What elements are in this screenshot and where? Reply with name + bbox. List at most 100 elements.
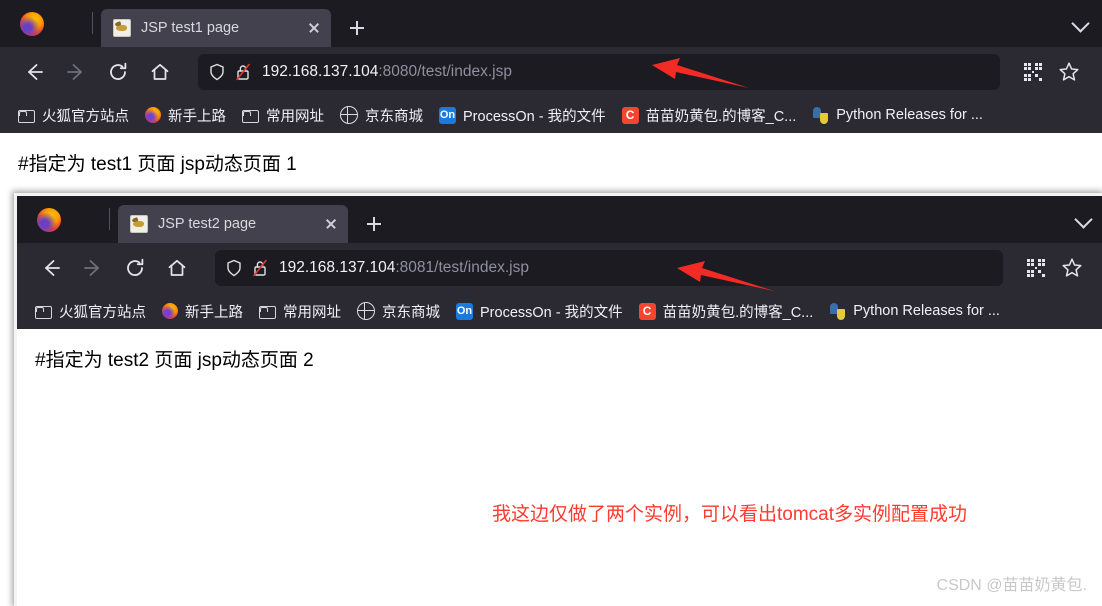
csdn-watermark: CSDN @苗苗奶黄包. [936, 577, 1087, 594]
tab-title-2: JSP test2 page [158, 216, 257, 232]
tab-strip-2: JSP test2 page [17, 196, 1102, 243]
home-icon[interactable] [142, 54, 178, 90]
csdn-icon: C [638, 302, 656, 320]
nav-toolbar-1: 192.168.137.104:8080/test/index.jsp [0, 47, 1102, 97]
bookmark-label: 新手上路 [185, 304, 243, 321]
folder-icon [242, 110, 259, 123]
bookmark-label: 苗苗奶黄包.的博客_C... [662, 304, 814, 321]
bookmark-label: 常用网址 [266, 108, 324, 125]
plus-icon[interactable] [358, 208, 390, 240]
bookmark-changyong[interactable]: 常用网址 [251, 298, 349, 325]
url-bar-2[interactable]: 192.168.137.104:8081/test/index.jsp [215, 250, 1003, 286]
bookmark-python-releases[interactable]: Python Releases for ... [821, 300, 1008, 323]
chevron-down-icon[interactable] [1063, 205, 1102, 233]
bookmark-jingdong[interactable]: 京东商城 [349, 298, 448, 325]
shield-icon[interactable] [225, 259, 243, 277]
folder-icon [35, 306, 52, 319]
bookmark-xinshou[interactable]: 新手上路 [137, 102, 234, 129]
firefox-icon [145, 107, 161, 123]
url-bar-1[interactable]: 192.168.137.104:8080/test/index.jsp [198, 54, 1000, 90]
firefox-icon [162, 303, 178, 319]
close-icon[interactable] [318, 211, 344, 237]
url-path-2: :8081/test/index.jsp [395, 259, 529, 276]
back-arrow-icon[interactable] [33, 250, 69, 286]
forward-arrow-icon[interactable] [58, 54, 94, 90]
tab-jsp-test2[interactable]: JSP test2 page [118, 205, 348, 243]
bookmark-label: 京东商城 [365, 108, 423, 125]
python-icon [829, 302, 846, 320]
bookmark-jingdong[interactable]: 京东商城 [332, 102, 431, 129]
bookmark-csdn-blog[interactable]: C 苗苗奶黄包.的博客_C... [614, 102, 805, 129]
firefox-logo-icon [20, 12, 44, 36]
page-text-1: #指定为 test1 页面 jsp动态页面 1 [18, 154, 297, 175]
toolbar-actions-2 [1017, 251, 1089, 285]
tab-divider-2 [109, 208, 110, 230]
broken-lock-icon[interactable] [234, 63, 252, 81]
window-controls-spacer-1 [0, 0, 20, 47]
chevron-down-icon[interactable] [1060, 9, 1102, 37]
star-icon[interactable] [1052, 55, 1086, 89]
url-text-1: 192.168.137.104:8080/test/index.jsp [262, 63, 512, 81]
bookmark-processon[interactable]: On ProcessOn - 我的文件 [431, 102, 614, 129]
processon-icon: On [456, 302, 473, 320]
star-icon[interactable] [1055, 251, 1089, 285]
tomcat-cat-icon [113, 19, 131, 37]
red-annotation-note: 我这边仅做了两个实例，可以看出tomcat多实例配置成功 [492, 504, 968, 525]
tab-jsp-test1[interactable]: JSP test1 page [101, 9, 331, 47]
shield-icon[interactable] [208, 63, 226, 81]
back-arrow-icon[interactable] [16, 54, 52, 90]
page-text-2: #指定为 test2 页面 jsp动态页面 2 [35, 350, 314, 371]
bookmark-label: 新手上路 [168, 108, 226, 125]
toolbar-actions-1 [1014, 55, 1086, 89]
url-host-1: 192.168.137.104 [262, 63, 379, 80]
qr-code-icon[interactable] [1016, 55, 1050, 89]
bookmark-python-releases[interactable]: Python Releases for ... [804, 104, 991, 127]
bookmark-xinshou[interactable]: 新手上路 [154, 298, 251, 325]
tomcat-cat-icon [130, 215, 148, 233]
bookmark-label: 京东商城 [382, 304, 440, 321]
bookmark-label: 苗苗奶黄包.的博客_C... [645, 108, 797, 125]
plus-icon[interactable] [341, 12, 373, 44]
urlbar-spacer-2 [529, 250, 993, 286]
tab-divider-1 [92, 12, 93, 34]
home-icon[interactable] [159, 250, 195, 286]
bookmarks-bar-1: 火狐官方站点 新手上路 常用网址 京东商城 On ProcessOn - 我的文… [0, 97, 1102, 133]
bookmark-label: Python Releases for ... [836, 107, 983, 123]
firefox-logo-icon [37, 208, 61, 232]
globe-icon [357, 302, 375, 320]
reload-icon[interactable] [117, 250, 153, 286]
browser-window-2: JSP test2 page 192.168.137.104:8081/test… [14, 193, 1102, 606]
bookmark-csdn-blog[interactable]: C 苗苗奶黄包.的博客_C... [631, 298, 822, 325]
tab-title-1: JSP test1 page [141, 20, 240, 36]
urlbar-spacer-1 [512, 54, 990, 90]
bookmark-label: Python Releases for ... [853, 303, 1000, 319]
url-text-2: 192.168.137.104:8081/test/index.jsp [279, 259, 529, 277]
url-path-1: :8080/test/index.jsp [378, 63, 512, 80]
nav-toolbar-2: 192.168.137.104:8081/test/index.jsp [17, 243, 1102, 293]
tab-strip-1: JSP test1 page [0, 0, 1102, 47]
bookmark-label: 火狐官方站点 [59, 304, 146, 321]
close-icon[interactable] [301, 15, 327, 41]
bookmark-processon[interactable]: On ProcessOn - 我的文件 [448, 298, 631, 325]
csdn-icon: C [621, 106, 639, 124]
url-host-2: 192.168.137.104 [279, 259, 396, 276]
forward-arrow-icon[interactable] [75, 250, 111, 286]
bookmark-label: ProcessOn - 我的文件 [463, 108, 606, 125]
bookmark-changyong[interactable]: 常用网址 [234, 102, 332, 129]
qr-code-icon[interactable] [1019, 251, 1053, 285]
folder-icon [259, 306, 276, 319]
reload-icon[interactable] [100, 54, 136, 90]
globe-icon [340, 106, 358, 124]
page-content-2: #指定为 test2 页面 jsp动态页面 2 我这边仅做了两个实例，可以看出t… [17, 329, 1102, 606]
processon-icon: On [439, 106, 456, 124]
bookmarks-bar-2: 火狐官方站点 新手上路 常用网址 京东商城 On ProcessOn - 我的文… [17, 293, 1102, 329]
bookmark-huohu[interactable]: 火狐官方站点 [10, 102, 137, 129]
broken-lock-icon[interactable] [251, 259, 269, 277]
bookmark-huohu[interactable]: 火狐官方站点 [27, 298, 154, 325]
bookmark-label: 常用网址 [283, 304, 341, 321]
folder-icon [18, 110, 35, 123]
bookmark-label: ProcessOn - 我的文件 [480, 304, 623, 321]
bookmark-label: 火狐官方站点 [42, 108, 129, 125]
python-icon [812, 106, 829, 124]
window-controls-spacer-2 [17, 196, 37, 243]
